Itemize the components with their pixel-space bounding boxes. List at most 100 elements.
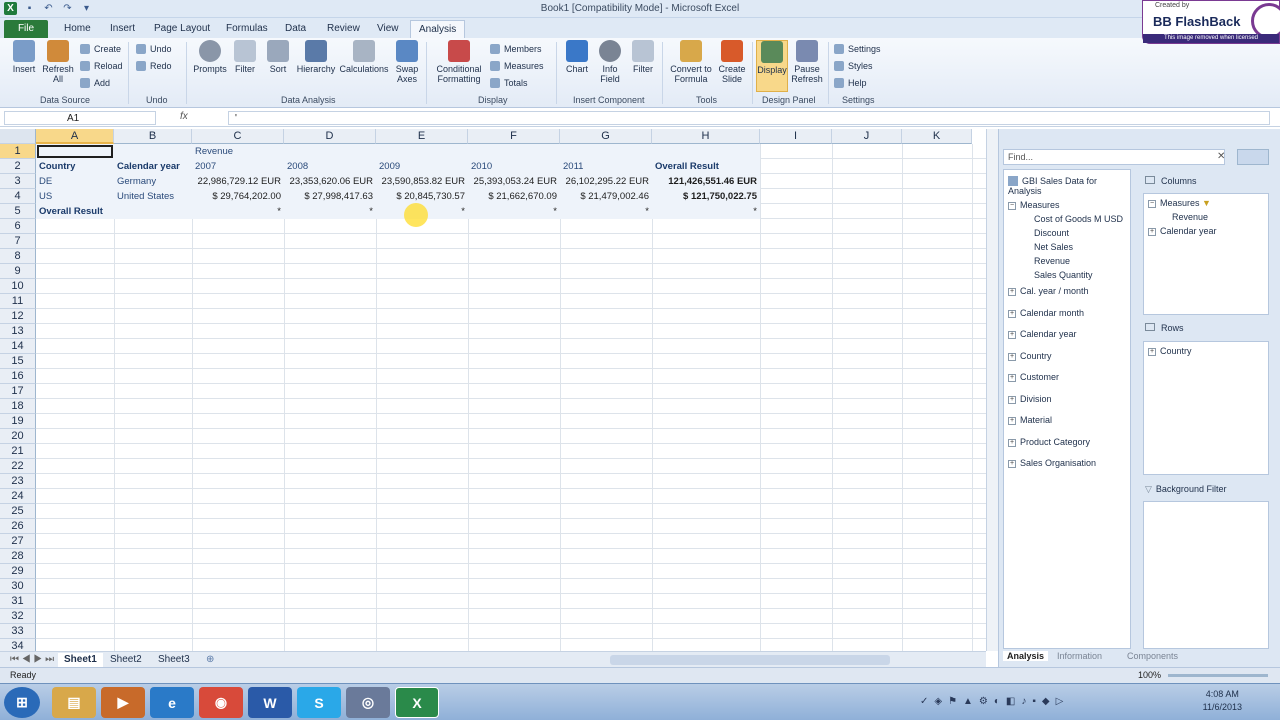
row-header-19[interactable]: 19 <box>0 414 36 429</box>
row-header-33[interactable]: 33 <box>0 624 36 639</box>
row-header-10[interactable]: 10 <box>0 279 36 294</box>
column-header-h[interactable]: H <box>652 129 760 144</box>
cell-a3[interactable]: DE <box>36 174 114 189</box>
column-header-f[interactable]: F <box>468 129 560 144</box>
zoom-level[interactable]: 100% <box>1138 668 1161 683</box>
reload-button[interactable]: Reload <box>80 59 123 73</box>
cell-g5[interactable]: * <box>560 204 652 219</box>
tree-dimension[interactable]: + Calendar month <box>1008 308 1084 318</box>
cell-h2[interactable]: Overall Result <box>652 159 760 174</box>
select-all-corner[interactable] <box>0 129 36 144</box>
row-header-6[interactable]: 6 <box>0 219 36 234</box>
sheet-tab-2[interactable]: Sheet2 <box>104 653 148 667</box>
cell-a2[interactable]: Country <box>36 159 114 174</box>
zoom-slider[interactable] <box>1168 674 1268 677</box>
pane-tab-information[interactable]: Information <box>1057 651 1102 661</box>
row-header-22[interactable]: 22 <box>0 459 36 474</box>
cell-f5[interactable]: * <box>468 204 560 219</box>
cell-c2[interactable]: 2007 <box>192 159 284 174</box>
rows-dropzone[interactable]: + Country <box>1143 341 1269 475</box>
filter-button[interactable]: Filter <box>230 40 260 74</box>
row-header-18[interactable]: 18 <box>0 399 36 414</box>
row-header-17[interactable]: 17 <box>0 384 36 399</box>
tab-view[interactable]: View <box>369 20 407 38</box>
tree-dimension[interactable]: + Material <box>1008 415 1052 425</box>
cell-h4[interactable]: $ 121,750,022.75 <box>652 189 760 204</box>
columns-dropzone[interactable]: − Measures ▼ Revenue + Calendar year <box>1143 193 1269 315</box>
sheet-tab-3[interactable]: Sheet3 <box>152 653 196 667</box>
row-header-25[interactable]: 25 <box>0 504 36 519</box>
row-header-32[interactable]: 32 <box>0 609 36 624</box>
info-field-button[interactable]: Info Field <box>596 40 624 84</box>
column-header-b[interactable]: B <box>114 129 192 144</box>
row-header-14[interactable]: 14 <box>0 339 36 354</box>
skype-icon[interactable]: S <box>297 687 341 718</box>
swap-axes-button[interactable]: Swap Axes <box>392 40 422 84</box>
internet-explorer-icon[interactable]: e <box>150 687 194 718</box>
column-header-g[interactable]: G <box>560 129 652 144</box>
name-box[interactable]: A1 <box>4 111 156 125</box>
row-header-2[interactable]: 2 <box>0 159 36 174</box>
system-tray-icons[interactable]: ✓◈⚑▲⚙◐◧♪▪◆▷ <box>920 696 1069 707</box>
chart-button[interactable]: Chart <box>562 40 592 74</box>
find-input[interactable]: Find... <box>1003 149 1225 165</box>
cell-b2[interactable]: Calendar year <box>114 159 192 174</box>
cell-a5[interactable]: Overall Result <box>36 204 114 219</box>
convert-to-formula-button[interactable]: Convert to Formula <box>666 40 716 84</box>
excel-taskbar-icon[interactable]: X <box>395 687 439 718</box>
tree-dimension[interactable]: + Sales Organisation <box>1008 458 1096 468</box>
conditional-formatting-button[interactable]: Conditional Formatting <box>432 40 486 84</box>
cell-e3[interactable]: 23,590,853.82 EUR <box>376 174 468 189</box>
word-icon[interactable]: W <box>248 687 292 718</box>
cell-e4[interactable]: $ 20,845,730.57 <box>376 189 468 204</box>
tree-measure-item[interactable]: Cost of Goods M USD <box>1034 214 1123 224</box>
cell-d3[interactable]: 23,353,620.06 EUR <box>284 174 376 189</box>
tree-dimension[interactable]: + Division <box>1008 394 1052 404</box>
tree-measure-item[interactable]: Revenue <box>1034 256 1070 266</box>
columns-item[interactable]: Revenue <box>1172 212 1208 222</box>
column-header-k[interactable]: K <box>902 129 972 144</box>
tree-dimension[interactable]: + Country <box>1008 351 1052 361</box>
cell-e2[interactable]: 2009 <box>376 159 468 174</box>
cell-g3[interactable]: 26,102,295.22 EUR <box>560 174 652 189</box>
expand-icon[interactable]: + <box>1148 347 1156 356</box>
pane-tab-components[interactable]: Components <box>1127 651 1178 661</box>
cell-g4[interactable]: $ 21,479,002.46 <box>560 189 652 204</box>
row-header-13[interactable]: 13 <box>0 324 36 339</box>
insert-sheet-icon[interactable]: ⊕ <box>200 653 220 667</box>
tree-measure-item[interactable]: Net Sales <box>1034 242 1073 252</box>
expand-icon[interactable]: + <box>1008 416 1016 425</box>
tree-measures[interactable]: − Measures <box>1008 200 1060 210</box>
hierarchy-button[interactable]: Hierarchy <box>296 40 336 74</box>
sheet-tab-1[interactable]: Sheet1 <box>58 653 103 667</box>
redo-button[interactable]: Redo <box>136 59 172 73</box>
totals-button[interactable]: Totals <box>490 76 528 90</box>
create-button[interactable]: Create <box>80 42 121 56</box>
column-header-j[interactable]: J <box>832 129 902 144</box>
clear-find-icon[interactable]: ✕ <box>1217 151 1225 162</box>
expand-icon[interactable]: + <box>1008 438 1016 447</box>
column-header-c[interactable]: C <box>192 129 284 144</box>
expand-icon[interactable]: + <box>1008 352 1016 361</box>
row-header-1[interactable]: 1 <box>0 144 36 159</box>
tab-analysis[interactable]: Analysis <box>410 20 466 38</box>
collapse-icon[interactable]: − <box>1008 201 1016 210</box>
formula-input[interactable]: ' <box>228 111 1270 125</box>
row-header-31[interactable]: 31 <box>0 594 36 609</box>
undo-button[interactable]: Undo <box>136 42 172 56</box>
start-button-icon[interactable]: ⊞ <box>4 687 40 718</box>
cell-h3[interactable]: 121,426,551.46 EUR <box>652 174 760 189</box>
flashback-recorder-icon[interactable]: ◎ <box>346 687 390 718</box>
cell-d4[interactable]: $ 27,998,417.63 <box>284 189 376 204</box>
tree-dimension[interactable]: + Product Category <box>1008 437 1090 447</box>
data-source-item[interactable]: GBI Sales Data for Analysis <box>1008 176 1126 196</box>
measures-button[interactable]: Measures <box>490 59 544 73</box>
sort-button[interactable]: Sort <box>264 40 292 74</box>
tab-page-layout[interactable]: Page Layout <box>146 20 218 38</box>
find-options-button[interactable] <box>1237 149 1269 165</box>
cell-a4[interactable]: US <box>36 189 114 204</box>
tab-home[interactable]: Home <box>56 20 99 38</box>
component-filter-button[interactable]: Filter <box>628 40 658 74</box>
cell-c5[interactable]: * <box>192 204 284 219</box>
create-slide-button[interactable]: Create Slide <box>716 40 748 84</box>
